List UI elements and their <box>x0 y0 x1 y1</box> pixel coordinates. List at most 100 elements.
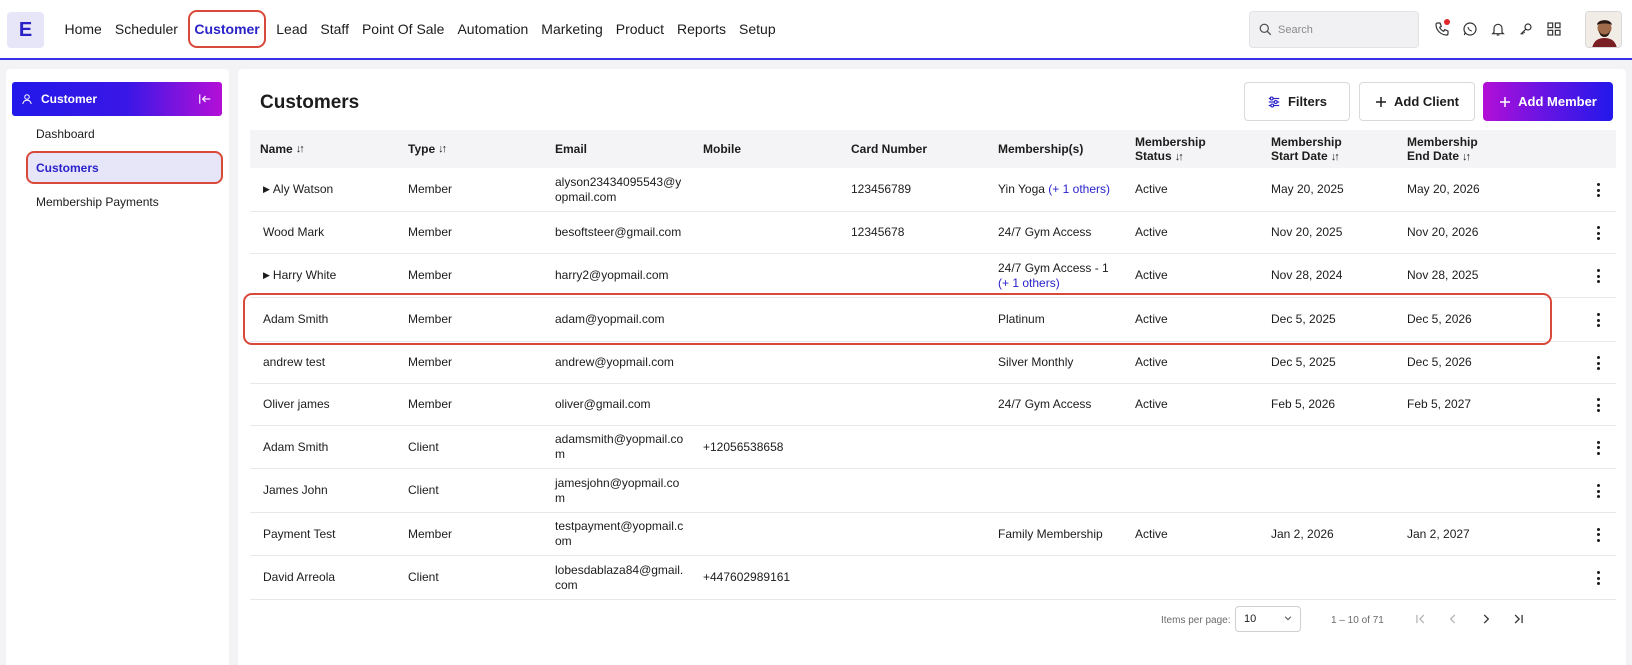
search-input[interactable] <box>1278 23 1408 36</box>
nav-item-customer[interactable]: Customer <box>188 10 266 48</box>
membership-name: Silver Monthly <box>998 355 1074 369</box>
column-header-membership-status[interactable]: Membership Status ↓↑ <box>1135 130 1206 168</box>
sort-icon[interactable]: ↓↑ <box>1462 151 1471 163</box>
add-client-button[interactable]: Add Client <box>1359 82 1475 121</box>
customer-email: besoftsteer@gmail.com <box>555 225 682 239</box>
customer-name[interactable]: andrew test <box>263 355 325 370</box>
sort-icon[interactable]: ↓↑ <box>438 142 447 156</box>
items-per-page-select[interactable]: 10 <box>1235 606 1301 632</box>
last-page-button[interactable] <box>1510 611 1526 627</box>
whatsapp-icon[interactable] <box>1460 18 1479 40</box>
table-row[interactable]: ▶ Aly Watson Member alyson23434095543@yopma… <box>250 168 1616 212</box>
column-header-label: End Date <box>1407 148 1460 163</box>
table-row[interactable]: James John Client jamesjohn@yopmail.com <box>250 469 1616 513</box>
membership-start-date: May 20, 2025 <box>1271 182 1344 196</box>
customer-name[interactable]: Harry White <box>273 268 336 283</box>
row-actions-menu-icon[interactable] <box>1592 269 1604 283</box>
customer-name[interactable]: Payment Test <box>263 527 335 542</box>
next-page-button[interactable] <box>1478 611 1494 627</box>
customer-name[interactable]: Adam Smith <box>263 440 328 455</box>
cell-name: James John <box>263 469 328 512</box>
customer-name[interactable]: James John <box>263 483 328 498</box>
sidebar-item-dashboard[interactable]: Dashboard <box>36 127 95 141</box>
customer-name[interactable]: Aly Watson <box>273 182 333 197</box>
row-actions-menu-icon[interactable] <box>1592 183 1604 197</box>
key-icon[interactable] <box>1516 18 1535 40</box>
customer-name[interactable]: Wood Mark <box>263 225 324 240</box>
membership-status: Active <box>1135 526 1168 541</box>
first-page-button[interactable] <box>1413 611 1429 627</box>
add-member-button[interactable]: Add Member <box>1483 82 1613 121</box>
column-header-label: Name <box>260 142 293 156</box>
chevron-down-icon <box>1284 616 1292 621</box>
table-header: Name ↓↑ Type ↓↑ Email Mobile Card Number M… <box>250 130 1616 168</box>
phone-icon[interactable] <box>1432 18 1451 40</box>
membership-status: Active <box>1135 182 1168 196</box>
more-memberships-link[interactable]: (+ 1 others) <box>1048 182 1110 196</box>
nav-item-automation[interactable]: Automation <box>457 21 528 37</box>
membership-name: 24/7 Gym Access <box>998 225 1092 239</box>
row-actions-menu-icon[interactable] <box>1592 484 1604 498</box>
sidebar-item-membership-payments[interactable]: Membership Payments <box>36 195 159 209</box>
table-row[interactable]: Adam Smith Member adam@yopmail.com Platinum… <box>250 298 1616 342</box>
column-header-name[interactable]: Name ↓↑ <box>260 130 305 168</box>
customer-email: testpayment@yopmail.com <box>555 519 684 548</box>
bell-icon[interactable] <box>1488 18 1507 40</box>
sort-icon[interactable]: ↓↑ <box>1175 151 1184 163</box>
membership-name: Yin Yoga <box>998 182 1045 196</box>
expand-caret-icon[interactable]: ▶ <box>263 268 270 283</box>
row-actions-menu-icon[interactable] <box>1592 527 1604 542</box>
row-actions-menu-icon[interactable] <box>1592 398 1604 412</box>
apps-grid-icon[interactable] <box>1544 18 1563 40</box>
sort-icon[interactable]: ↓↑ <box>1331 151 1340 163</box>
cell-membership-status: Active <box>1135 168 1168 211</box>
membership-name: Family Membership <box>998 526 1103 541</box>
nav-item-point-of-sale[interactable]: Point Of Sale <box>362 21 445 37</box>
nav-item-staff[interactable]: Staff <box>320 21 349 37</box>
column-header-label: Membership <box>1407 134 1478 149</box>
user-avatar[interactable] <box>1585 11 1622 48</box>
app-logo[interactable]: E <box>7 12 44 48</box>
row-actions-menu-icon[interactable] <box>1592 226 1604 240</box>
column-header-end-date[interactable]: Membership End Date ↓↑ <box>1407 130 1478 168</box>
nav-item-product[interactable]: Product <box>616 21 664 37</box>
row-actions-menu-icon[interactable] <box>1592 571 1604 585</box>
table-row[interactable]: David Arreola Client lobesdablaza84@gmail.… <box>250 556 1616 600</box>
expand-caret-icon[interactable]: ▶ <box>263 182 270 197</box>
membership-status: Active <box>1135 225 1168 239</box>
nav-item-reports[interactable]: Reports <box>677 21 726 37</box>
table-row[interactable]: Wood Mark Member besoftsteer@gmail.com 1234… <box>250 212 1616 254</box>
table-row[interactable]: andrew test Member andrew@yopmail.com Silve… <box>250 342 1616 384</box>
cell-email: lobesdablaza84@gmail.com <box>555 556 685 599</box>
nav-item-marketing[interactable]: Marketing <box>541 21 602 37</box>
items-per-page-label: Items per page: <box>1161 615 1231 626</box>
table-row[interactable]: Oliver james Member oliver@gmail.com 24/7 G… <box>250 384 1616 426</box>
nav-item-setup[interactable]: Setup <box>739 21 776 37</box>
cell-type: Member <box>408 212 452 253</box>
sidebar-item-customers[interactable]: Customers <box>26 151 223 184</box>
sort-icon[interactable]: ↓↑ <box>296 142 305 156</box>
cell-end-date: May 20, 2026 <box>1407 168 1480 211</box>
customer-name[interactable]: Adam Smith <box>263 312 328 327</box>
collapse-sidebar-icon[interactable] <box>198 92 212 106</box>
customer-name[interactable]: David Arreola <box>263 570 335 585</box>
column-header-start-date[interactable]: Membership Start Date ↓↑ <box>1271 130 1342 168</box>
row-actions-menu-icon[interactable] <box>1592 313 1604 327</box>
membership-name: 24/7 Gym Access <box>998 397 1092 411</box>
table-row[interactable]: Payment Test Member testpayment@yopmail.co… <box>250 513 1616 556</box>
nav-item-scheduler[interactable]: Scheduler <box>115 21 178 37</box>
column-header-type[interactable]: Type ↓↑ <box>408 130 447 168</box>
row-actions-menu-icon[interactable] <box>1592 440 1604 455</box>
more-memberships-link[interactable]: (+ 1 others) <box>998 276 1109 291</box>
filters-button[interactable]: Filters <box>1244 82 1350 121</box>
previous-page-button[interactable] <box>1445 611 1461 627</box>
cell-name: ▶ Aly Watson <box>263 168 333 211</box>
customer-name[interactable]: Oliver james <box>263 397 330 412</box>
row-actions-menu-icon[interactable] <box>1592 356 1604 370</box>
search-box[interactable] <box>1249 11 1419 48</box>
table-row[interactable]: ▶ Harry White Member harry2@yopmail.com 24/7… <box>250 254 1616 298</box>
nav-item-lead[interactable]: Lead <box>276 21 307 37</box>
filter-sliders-icon <box>1268 95 1280 108</box>
nav-item-home[interactable]: Home <box>65 21 102 37</box>
table-row[interactable]: Adam Smith Client adamsmith@yopmail.com +12… <box>250 426 1616 469</box>
